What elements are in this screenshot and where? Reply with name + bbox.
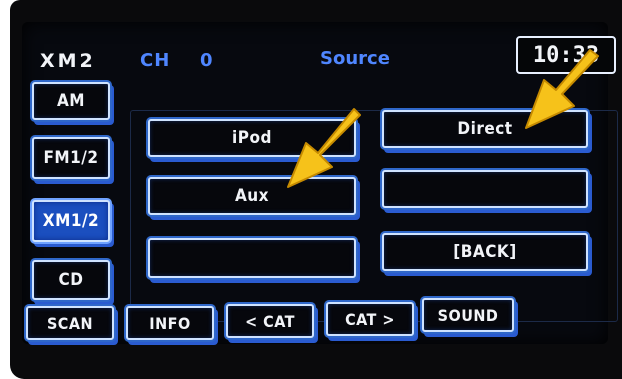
scan-button[interactable]: SCAN	[26, 306, 114, 340]
channel-value: 0	[200, 50, 214, 71]
am-button[interactable]: AM	[32, 82, 110, 120]
empty-source-button-right[interactable]	[382, 170, 588, 208]
cd-button[interactable]: CD	[32, 260, 110, 300]
pointer-arrow-icon	[525, 49, 599, 129]
info-button[interactable]: INFO	[126, 306, 214, 340]
category-next-button[interactable]: CAT >	[326, 302, 414, 336]
station-label: XM2	[40, 50, 96, 72]
back-button[interactable]: [BACK]	[382, 233, 588, 271]
fm-button[interactable]: FM1/2	[32, 137, 110, 179]
empty-source-button-left[interactable]	[148, 238, 356, 278]
pointer-arrow-icon	[287, 108, 361, 188]
category-prev-button[interactable]: < CAT	[226, 304, 314, 338]
xm-button[interactable]: XM1/2	[32, 200, 110, 242]
source-title: Source	[320, 48, 390, 69]
channel-label: CH	[140, 50, 171, 71]
sound-button[interactable]: SOUND	[422, 298, 514, 332]
